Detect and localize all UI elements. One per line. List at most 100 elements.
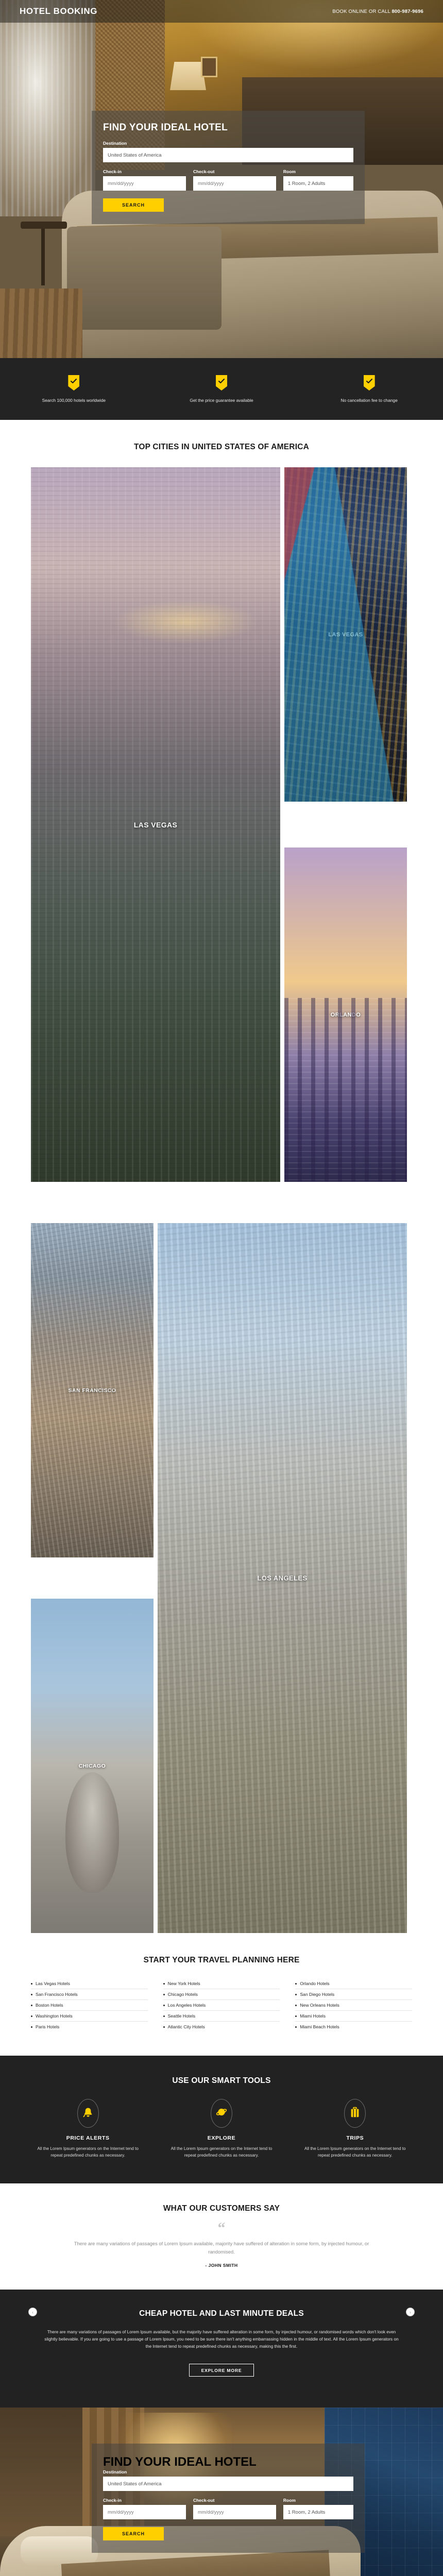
tool-text: All the Lorem Ipsum generators on the In… <box>171 2146 272 2158</box>
smart-tools-title: USE OUR SMART TOOLS <box>172 2076 271 2085</box>
checkin-input[interactable] <box>103 2505 186 2520</box>
hotel-link[interactable]: Orlando Hotels <box>295 1978 412 1989</box>
destination-input[interactable] <box>103 2477 353 2492</box>
destination-input[interactable] <box>103 148 353 162</box>
explore-more-button[interactable]: EXPLORE MORE <box>189 2364 254 2377</box>
destination-label: Destination <box>103 141 127 146</box>
checkout-label: Check-out <box>193 169 215 174</box>
features-bar: Search 100,000 hotels worldwide Get the … <box>0 358 443 420</box>
city-card-orlando[interactable]: ORLANDO <box>284 848 407 1182</box>
hotel-link[interactable]: San Francisco Hotels <box>31 1989 148 1999</box>
list-item: Paris Hotels <box>31 2022 148 2032</box>
hero-side-table <box>21 222 67 229</box>
date-room-row: Check-in Check-out Room <box>103 169 353 191</box>
room-group: Room <box>283 169 353 191</box>
site-logo[interactable]: HOTEL BOOKING <box>20 6 97 16</box>
tool-text: All the Lorem Ipsum generators on the In… <box>304 2146 406 2158</box>
list-item: New Orleans Hotels <box>295 2000 412 2011</box>
hotel-link[interactable]: Chicago Hotels <box>163 1989 280 1999</box>
tool-explore[interactable]: EXPLORE All the Lorem Ipsum generators o… <box>159 2099 283 2159</box>
list-item: Seattle Hotels <box>163 2011 280 2022</box>
room-group: Room <box>283 2498 353 2520</box>
check-shield-icon <box>216 375 227 391</box>
hotel-link[interactable]: Miami Hotels <box>295 2011 412 2021</box>
hero-curtain-glow <box>0 0 98 222</box>
hotel-links-column: Las Vegas Hotels San Francisco Hotels Bo… <box>31 1978 148 2032</box>
quote-icon: “ <box>217 2219 226 2237</box>
call-info: BOOK ONLINE OR CALL 800-987-9696 <box>332 9 423 14</box>
smart-tools-section: USE OUR SMART TOOLS PRICE ALERTS All the… <box>0 2056 443 2184</box>
city-card-las-vegas-2[interactable]: LAS VEGAS <box>284 467 407 802</box>
tool-title: TRIPS <box>346 2135 364 2141</box>
hotel-link[interactable]: San Diego Hotels <box>295 1989 412 1999</box>
hotel-link[interactable]: Las Vegas Hotels <box>31 1978 148 1989</box>
testimonial-author: - JOHN SMITH <box>205 2263 238 2268</box>
hero-section: HOTEL BOOKING BOOK ONLINE OR CALL 800-98… <box>0 0 443 358</box>
testimonial-title: WHAT OUR CUSTOMERS SAY <box>163 2204 280 2213</box>
hotel-link[interactable]: Miami Beach Hotels <box>295 2022 412 2032</box>
hotel-link[interactable]: Paris Hotels <box>31 2022 148 2032</box>
booking-form-top: FIND YOUR IDEAL HOTEL Destination Check-… <box>92 111 365 224</box>
booking-form-title: FIND YOUR IDEAL HOTEL <box>103 2455 257 2469</box>
check-shield-icon <box>363 375 375 391</box>
tool-icon-ring <box>210 2099 232 2128</box>
feature-item: Get the price guarantee available <box>148 375 296 403</box>
call-prefix-label: BOOK ONLINE OR CALL <box>332 8 392 14</box>
list-item: Orlando Hotels <box>295 1978 412 1989</box>
top-bar: HOTEL BOOKING BOOK ONLINE OR CALL 800-98… <box>0 0 443 23</box>
city-card-los-angeles[interactable]: LOS ANGELES <box>158 1223 407 1933</box>
booking-form-title: FIND YOUR IDEAL HOTEL <box>103 122 228 133</box>
room-input[interactable] <box>283 176 353 191</box>
hotel-links-column: Orlando Hotels San Diego Hotels New Orle… <box>295 1978 412 2032</box>
list-item: Miami Hotels <box>295 2011 412 2022</box>
date-room-row: Check-in Check-out Room <box>103 2498 353 2520</box>
city-card-las-vegas[interactable]: LAS VEGAS <box>31 467 280 1182</box>
feature-item: Search 100,000 hotels worldwide <box>0 375 148 403</box>
hero-section-bottom: FIND YOUR IDEAL HOTEL Destination Check-… <box>0 2408 443 2576</box>
list-item: New York Hotels <box>163 1978 280 1989</box>
city-card-san-francisco[interactable]: SAN FRANCISCO <box>31 1223 154 1557</box>
checkin-input[interactable] <box>103 176 186 191</box>
tool-trips[interactable]: TRIPS All the Lorem Ipsum generators on … <box>293 2099 417 2159</box>
room-input[interactable] <box>283 2505 353 2520</box>
hero-picture-frame <box>201 57 217 77</box>
city-card-label: CHICAGO <box>78 1762 106 1769</box>
hotel-links-grid: Las Vegas Hotels San Francisco Hotels Bo… <box>31 1978 412 2032</box>
booking-form-bottom: FIND YOUR IDEAL HOTEL Destination Check-… <box>92 2444 365 2553</box>
checkout-input[interactable] <box>193 2505 276 2520</box>
list-item: Atlantic City Hotels <box>163 2022 280 2032</box>
checkout-input[interactable] <box>193 176 276 191</box>
list-item: Miami Beach Hotels <box>295 2022 412 2032</box>
phone-number[interactable]: 800-987-9696 <box>391 9 423 14</box>
checkin-label: Check-in <box>103 2498 122 2503</box>
destination-label: Destination <box>103 2469 127 2475</box>
list-item: San Diego Hotels <box>295 1989 412 2000</box>
cities-grid: LAS VEGAS LAS VEGAS ORLANDO SAN FRANCISC… <box>31 467 412 1933</box>
list-item: Chicago Hotels <box>163 1989 280 2000</box>
hotel-link[interactable]: Washington Hotels <box>31 2011 148 2021</box>
feature-label: Get the price guarantee available <box>190 398 253 403</box>
hotel-link[interactable]: New Orleans Hotels <box>295 2000 412 2010</box>
checkout-group: Check-out <box>193 169 276 191</box>
deals-text: There are many variations of passages of… <box>44 2329 399 2349</box>
search-button[interactable]: SEARCH <box>103 2527 164 2541</box>
smart-tools-grid: PRICE ALERTS All the Lorem Ipsum generat… <box>26 2099 417 2159</box>
city-card-chicago[interactable]: CHICAGO <box>31 1599 154 1933</box>
tool-title: EXPLORE <box>207 2135 236 2141</box>
hotel-link[interactable]: Atlantic City Hotels <box>163 2022 280 2032</box>
landing-page: HOTEL BOOKING BOOK ONLINE OR CALL 800-98… <box>0 0 443 2576</box>
list-item: San Francisco Hotels <box>31 1989 148 2000</box>
deals-section: CHEAP HOTEL AND LAST MINUTE DEALS There … <box>0 2290 443 2408</box>
top-cities-section: TOP CITIES IN UNITED STATES OF AMERICA L… <box>0 420 443 1933</box>
hotel-link[interactable]: Boston Hotels <box>31 2000 148 2010</box>
bell-icon <box>83 2107 93 2121</box>
tool-price-alerts[interactable]: PRICE ALERTS All the Lorem Ipsum generat… <box>26 2099 150 2159</box>
testimonial-section: WHAT OUR CUSTOMERS SAY “ There are many … <box>0 2183 443 2317</box>
hotel-link[interactable]: New York Hotels <box>163 1978 280 1989</box>
tool-text: All the Lorem Ipsum generators on the In… <box>37 2146 139 2158</box>
checkout-label: Check-out <box>193 2498 215 2503</box>
hotel-link[interactable]: Los Angeles Hotels <box>163 2000 280 2010</box>
hotel-link[interactable]: Seattle Hotels <box>163 2011 280 2021</box>
search-button[interactable]: SEARCH <box>103 198 164 212</box>
city-card-label: LAS VEGAS <box>328 631 363 638</box>
